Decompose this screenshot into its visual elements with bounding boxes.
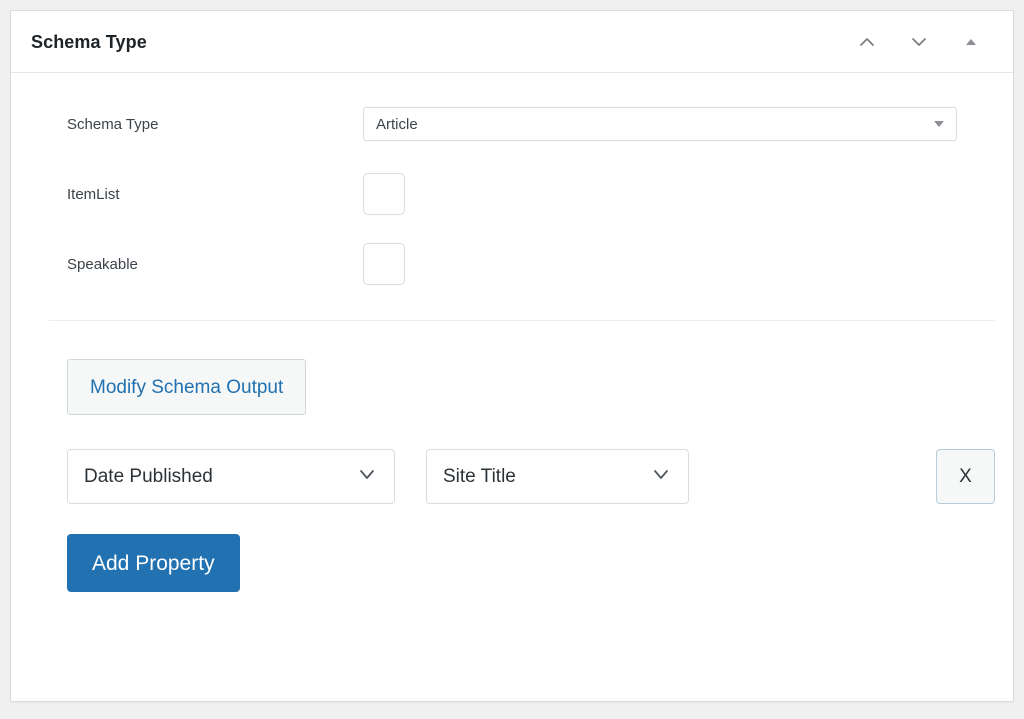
schema-type-metabox: Schema Type [10, 10, 1014, 702]
itemlist-row: ItemList [49, 171, 975, 217]
property-row: Date Published Site Title X [67, 449, 995, 504]
metabox-header-controls [853, 28, 999, 56]
move-up-button[interactable] [853, 28, 881, 56]
property-value-select[interactable]: Site Title [426, 449, 689, 504]
schema-type-select[interactable]: Article [363, 107, 957, 141]
speakable-checkbox[interactable] [363, 243, 405, 285]
itemlist-label: ItemList [49, 184, 363, 205]
add-property-button[interactable]: Add Property [67, 534, 240, 592]
speakable-row: Speakable [49, 241, 975, 287]
chevron-down-icon [356, 463, 378, 491]
chevron-up-icon [857, 32, 877, 52]
chevron-down-icon [650, 463, 672, 491]
schema-type-label: Schema Type [49, 114, 363, 135]
caret-down-icon [934, 121, 944, 127]
toggle-panel-button[interactable] [957, 28, 985, 56]
itemlist-checkbox[interactable] [363, 173, 405, 215]
property-name-value: Date Published [84, 466, 213, 488]
move-down-button[interactable] [905, 28, 933, 56]
metabox-header: Schema Type [11, 11, 1013, 73]
modify-schema-output-button[interactable]: Modify Schema Output [67, 359, 306, 415]
section-divider [49, 320, 995, 321]
remove-property-button[interactable]: X [936, 449, 995, 504]
schema-type-row: Schema Type Article [49, 101, 975, 147]
property-name-select[interactable]: Date Published [67, 449, 395, 504]
metabox-body: Schema Type Article ItemList Speakable M… [11, 73, 1013, 702]
speakable-label: Speakable [49, 254, 363, 275]
page-title: Schema Type [31, 33, 147, 51]
triangle-up-icon [964, 35, 978, 49]
property-value-value: Site Title [443, 466, 516, 488]
chevron-down-icon [909, 32, 929, 52]
schema-type-value: Article [376, 116, 418, 133]
